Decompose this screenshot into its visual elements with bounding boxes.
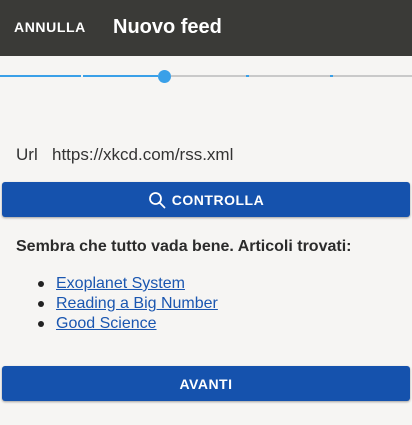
stepper-step-marker	[330, 75, 333, 77]
article-link[interactable]: Good Science	[56, 314, 157, 334]
list-item: Good Science	[38, 314, 218, 334]
url-label: Url	[16, 145, 38, 164]
article-link[interactable]: Reading a Big Number	[56, 294, 218, 314]
bullet-icon	[38, 281, 44, 287]
progress-stepper	[0, 66, 412, 86]
list-item: Exoplanet System	[38, 274, 218, 294]
check-button[interactable]: CONTROLLA	[2, 182, 410, 217]
stepper-remaining-track	[171, 75, 412, 77]
list-item: Reading a Big Number	[38, 294, 218, 314]
url-input[interactable]	[52, 145, 382, 165]
next-button-label: AVANTI	[179, 375, 233, 392]
next-button[interactable]: AVANTI	[2, 366, 410, 401]
bullet-icon	[38, 301, 44, 307]
stepper-completed-track	[0, 75, 158, 77]
check-button-label: CONTROLLA	[171, 191, 265, 208]
article-link[interactable]: Exoplanet System	[56, 274, 185, 294]
result-message: Sembra che tutto vada bene. Articoli tro…	[16, 238, 352, 255]
url-row: Url	[16, 145, 382, 165]
articles-list: Exoplanet System Reading a Big Number Go…	[38, 274, 218, 334]
stepper-step-marker	[81, 75, 83, 77]
stepper-current-step	[158, 70, 171, 83]
bullet-icon	[38, 321, 44, 327]
search-icon	[148, 191, 166, 208]
page-title: Nuovo feed	[113, 16, 222, 38]
stepper-step-marker	[246, 75, 249, 77]
app-bar: ANNULLA Nuovo feed	[0, 0, 412, 56]
cancel-button[interactable]: ANNULLA	[14, 19, 86, 35]
